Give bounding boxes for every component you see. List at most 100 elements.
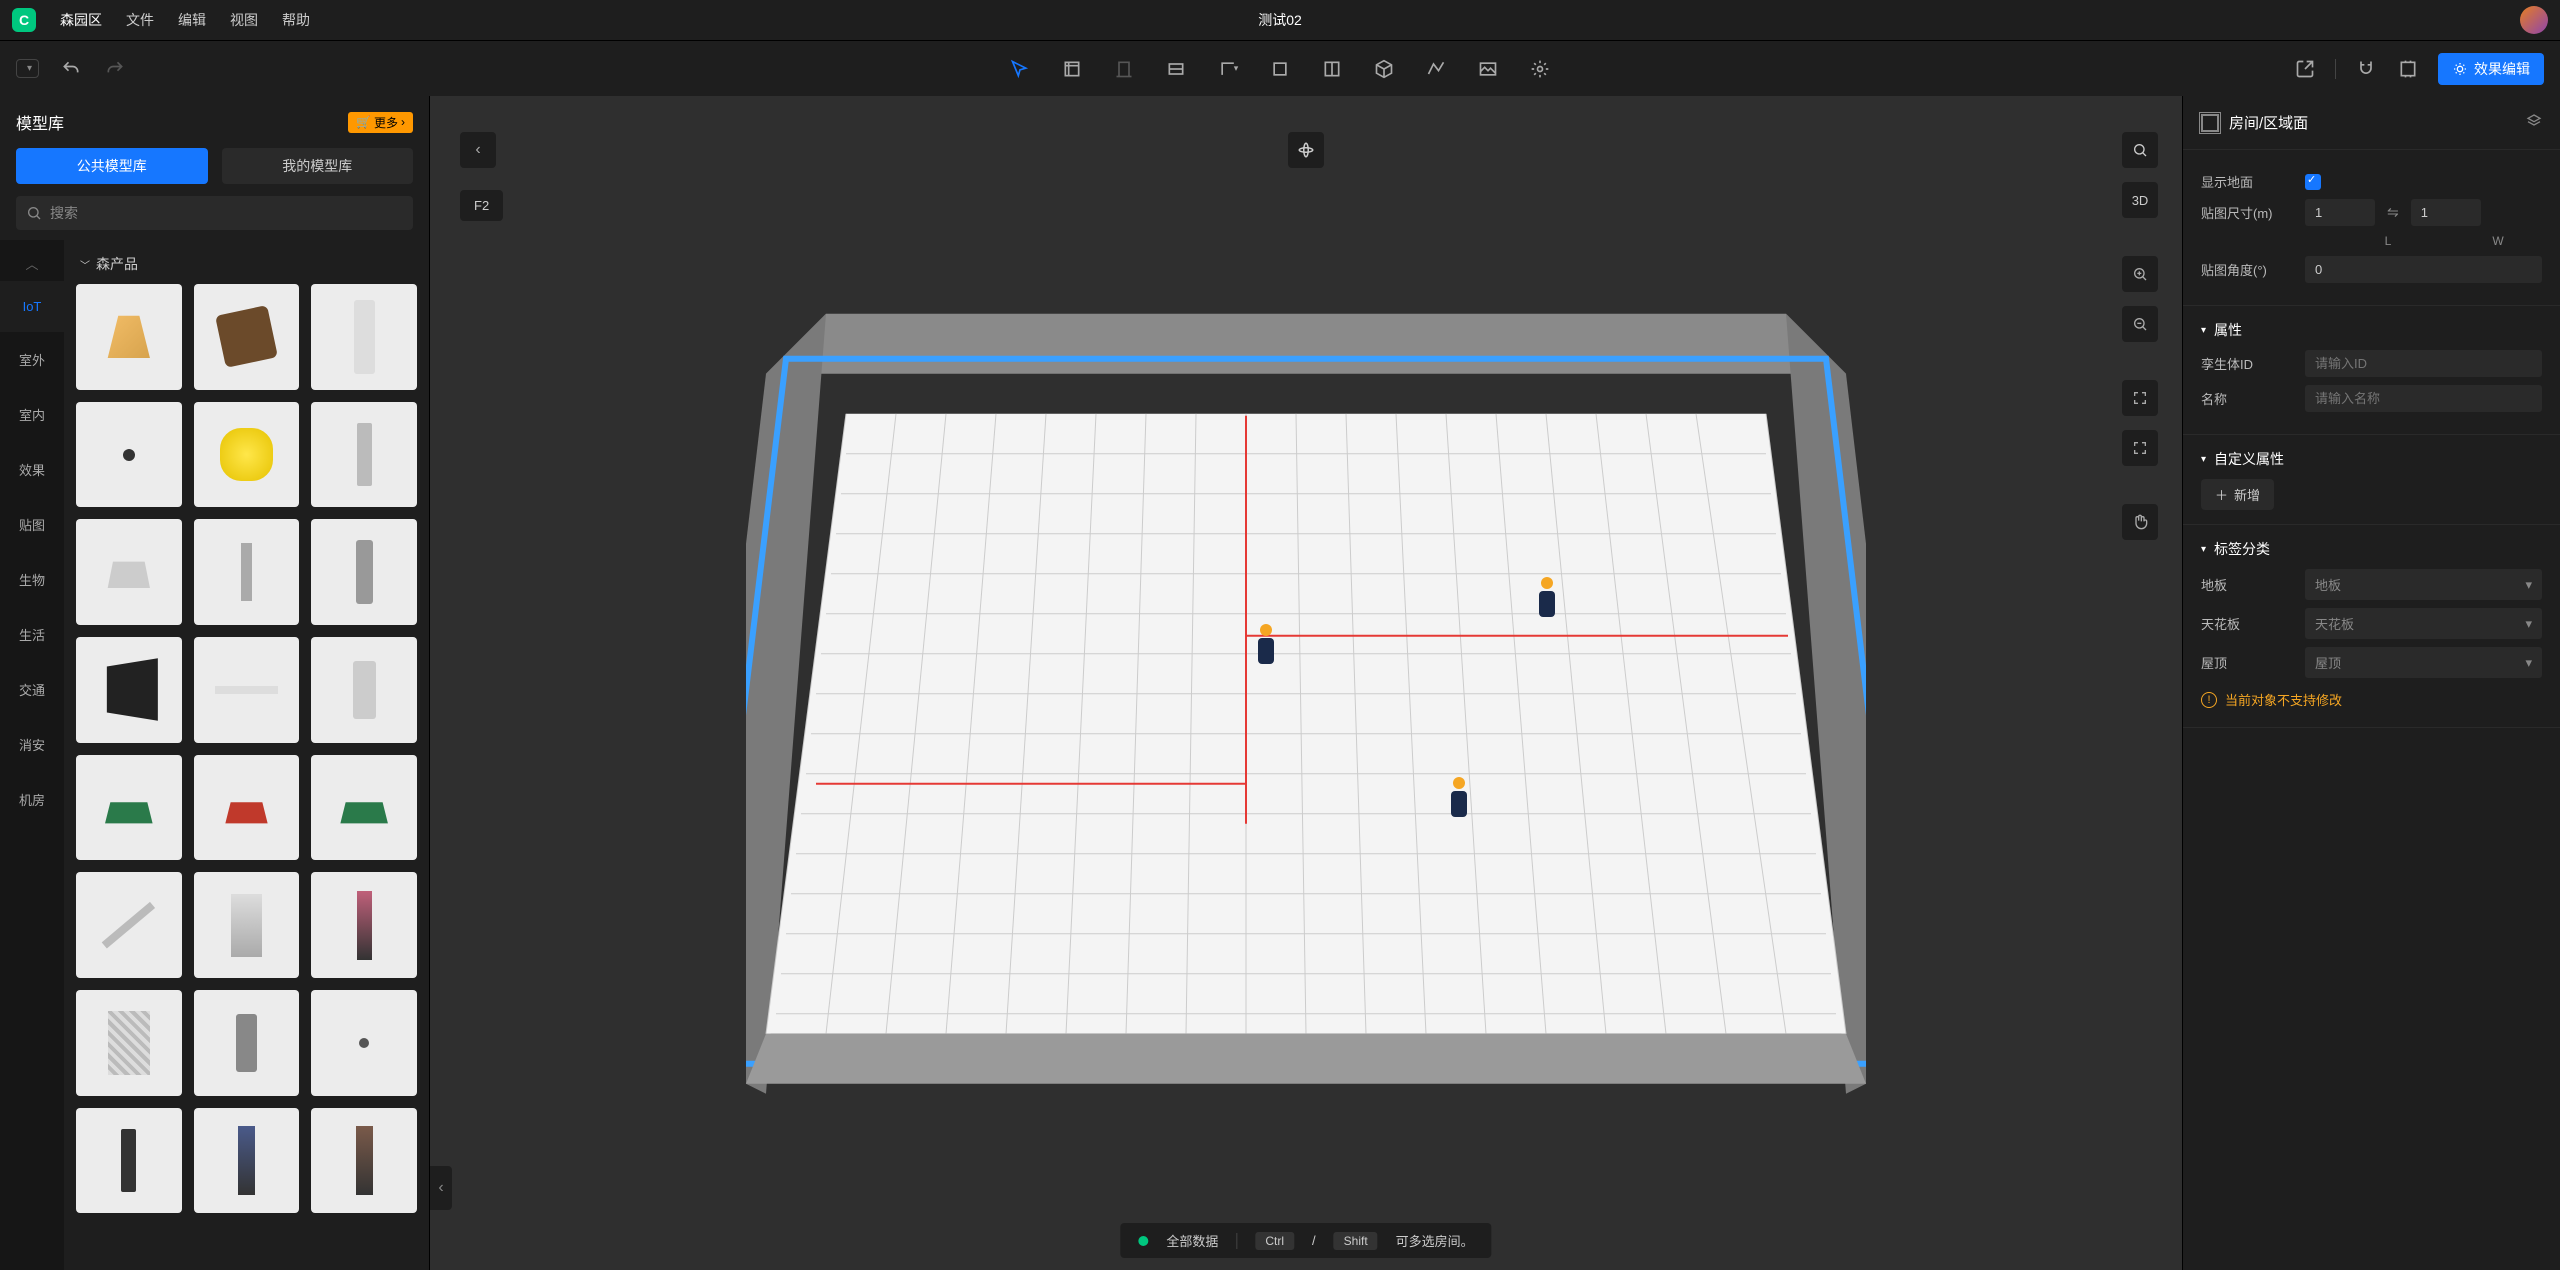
menu-help[interactable]: 帮助 [282,10,310,30]
model-card[interactable] [76,284,182,390]
user-avatar[interactable] [2520,6,2548,34]
menu-file[interactable]: 文件 [126,10,154,30]
name-label: 名称 [2201,389,2293,408]
model-card[interactable] [194,755,300,861]
effect-edit-button[interactable]: 效果编辑 [2438,53,2544,85]
name-input[interactable] [2305,385,2542,412]
texture-width-input[interactable] [2411,199,2481,226]
more-button[interactable]: 🛒 更多 › [348,112,413,133]
kbd-shift: Shift [1334,1232,1378,1250]
search-input[interactable]: 搜索 [16,196,413,230]
model-card[interactable] [76,755,182,861]
model-card[interactable] [194,1108,300,1214]
fullscreen-button[interactable] [2122,380,2158,416]
section-props-header[interactable]: ▾属性 [2201,320,2542,340]
section-tags-header[interactable]: ▾标签分类 [2201,539,2542,559]
status-data-label[interactable]: 全部数据 [1166,1231,1218,1250]
model-card[interactable] [311,284,417,390]
search-scene-button[interactable] [2122,132,2158,168]
category-life[interactable]: 生活 [0,607,64,662]
model-card[interactable] [76,519,182,625]
model-card[interactable] [311,402,417,508]
model-card[interactable] [311,990,417,1096]
zoom-in-button[interactable] [2122,256,2158,292]
section-custom-header[interactable]: ▾自定义属性 [2201,449,2542,469]
model-card[interactable] [311,1108,417,1214]
grid-tool[interactable] [1320,57,1344,81]
model-card[interactable] [76,637,182,743]
model-card[interactable] [194,990,300,1096]
back-button[interactable]: ‹ [460,132,496,168]
model-card[interactable] [194,284,300,390]
model-card[interactable] [311,755,417,861]
collapse-left-panel[interactable]: ‹ [430,1166,452,1210]
cube-tool[interactable] [1372,57,1396,81]
texture-length-input[interactable] [2305,199,2375,226]
menu-edit[interactable]: 编辑 [178,10,206,30]
floor-indicator[interactable]: F2 [460,190,503,221]
model-card[interactable] [76,402,182,508]
angle-tool[interactable]: ▾ [1216,57,1240,81]
link-dimensions-icon[interactable]: ⇋ [2387,204,2399,221]
model-card[interactable] [194,519,300,625]
person-figure[interactable] [1534,577,1560,619]
category-traffic[interactable]: 交通 [0,662,64,717]
model-card[interactable] [311,637,417,743]
person-figure[interactable] [1253,624,1279,666]
tag-floor-select[interactable]: 地板▾ [2305,569,2542,600]
model-card[interactable] [194,637,300,743]
tag-ceiling-select[interactable]: 天花板▾ [2305,608,2542,639]
canvas-viewport[interactable]: ‹ F2 3D [430,96,2182,1270]
view-mode-toggle[interactable]: 3D [2122,182,2158,218]
detach-panel-button[interactable] [2526,113,2542,133]
tab-my-models[interactable]: 我的模型库 [222,148,414,184]
floor-tool[interactable] [1060,57,1084,81]
model-card[interactable] [76,990,182,1096]
category-server[interactable]: 机房 [0,772,64,827]
tag-roof-select[interactable]: 屋顶▾ [2305,647,2542,678]
person-figure[interactable] [1446,777,1472,819]
view-orbit-button[interactable] [1288,132,1324,168]
hand-tool-button[interactable] [2122,504,2158,540]
category-iot[interactable]: IoT [0,281,64,332]
category-texture[interactable]: 贴图 [0,497,64,552]
undo-button[interactable] [59,57,83,81]
category-bio[interactable]: 生物 [0,552,64,607]
category-up[interactable]: ︿ [0,246,64,281]
redo-button[interactable] [103,57,127,81]
model-card[interactable] [311,519,417,625]
texture-angle-input[interactable] [2305,256,2542,283]
twin-id-input[interactable] [2305,350,2542,377]
model-card[interactable] [194,402,300,508]
image-tool[interactable] [1476,57,1500,81]
magnet-button[interactable] [2354,57,2378,81]
path-tool[interactable] [1424,57,1448,81]
document-title: 测试02 [1258,10,1302,30]
show-ground-checkbox[interactable] [2305,174,2321,190]
category-indoor[interactable]: 室内 [0,387,64,442]
model-card[interactable] [76,1108,182,1214]
select-tool[interactable] [1008,57,1032,81]
category-safety[interactable]: 消安 [0,717,64,772]
category-outdoor[interactable]: 室外 [0,332,64,387]
grid-section-title[interactable]: ﹀森产品 [76,248,417,284]
screenshot-button[interactable] [2396,57,2420,81]
door-tool[interactable] [1112,57,1136,81]
model-card[interactable] [194,872,300,978]
tab-public-models[interactable]: 公共模型库 [16,148,208,184]
zoom-out-button[interactable] [2122,306,2158,342]
rect-tool[interactable] [1268,57,1292,81]
model-card[interactable] [76,872,182,978]
focus-button[interactable] [2122,430,2158,466]
window-tool[interactable] [1164,57,1188,81]
export-button[interactable] [2293,57,2317,81]
room-type-icon [2201,114,2219,132]
add-custom-prop-button[interactable]: ＋ 新增 [2201,479,2274,510]
category-effect[interactable]: 效果 [0,442,64,497]
menu-view[interactable]: 视图 [230,10,258,30]
effect-icon [2452,61,2468,77]
warning-icon: ! [2201,692,2217,708]
deco-tool[interactable] [1528,57,1552,81]
save-button[interactable]: ▾ [16,59,39,78]
model-card[interactable] [311,872,417,978]
